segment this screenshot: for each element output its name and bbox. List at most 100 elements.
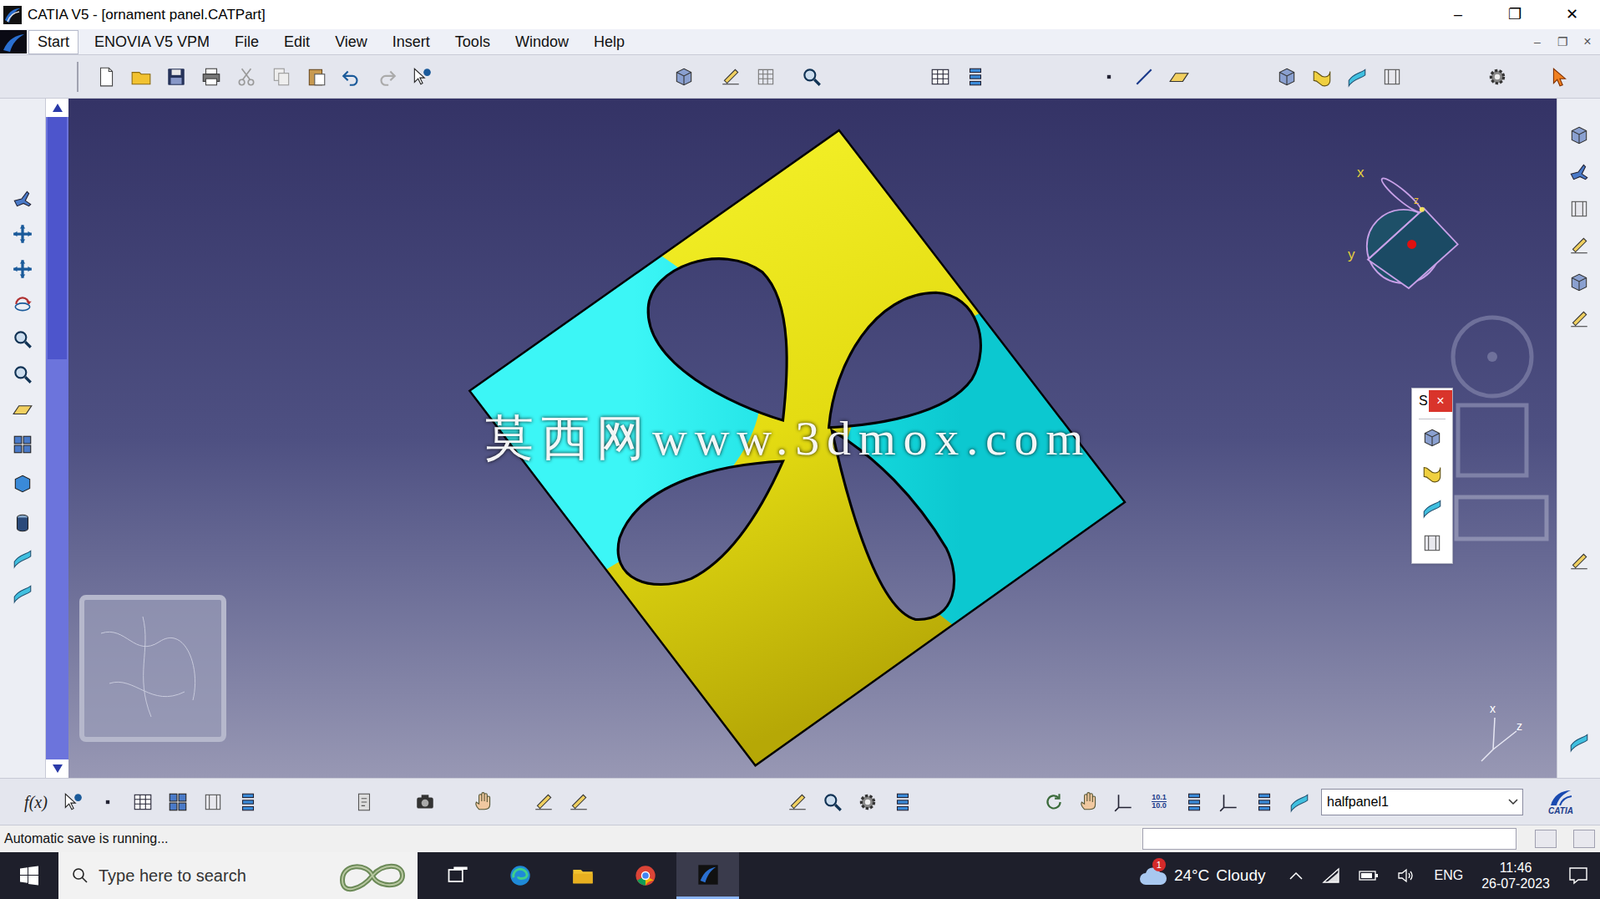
compass-icon[interactable] xyxy=(1345,164,1469,298)
comment-icon[interactable] xyxy=(59,788,87,816)
pan-icon[interactable] xyxy=(9,255,36,283)
doc-restore-button[interactable]: ❐ xyxy=(1554,33,1570,51)
rotate-icon[interactable] xyxy=(9,290,36,318)
table-icon[interactable] xyxy=(962,63,989,91)
fly-icon[interactable] xyxy=(9,185,36,213)
curvature-icon[interactable] xyxy=(854,788,882,816)
pad-icon[interactable] xyxy=(1565,268,1593,296)
snap-icon[interactable] xyxy=(798,63,826,91)
floating-close-button[interactable]: × xyxy=(1428,389,1453,412)
catia-logo-icon[interactable] xyxy=(0,30,27,54)
scroll-track[interactable] xyxy=(45,116,69,760)
power-input-field[interactable] xyxy=(1142,827,1517,850)
gear-icon[interactable] xyxy=(1483,63,1511,91)
draft-analysis-icon[interactable] xyxy=(819,788,846,816)
shading-icon[interactable] xyxy=(9,509,36,537)
multi-view-icon[interactable] xyxy=(9,430,36,458)
axis-system-icon[interactable] xyxy=(1110,788,1138,816)
status-button[interactable] xyxy=(1534,829,1557,848)
menu-item[interactable]: Tools xyxy=(445,30,500,55)
taskbar-app[interactable] xyxy=(676,851,740,899)
taskbar-app[interactable] xyxy=(488,851,552,899)
menu-item[interactable]: Start xyxy=(28,30,79,55)
close-button[interactable]: ✕ xyxy=(1543,3,1600,26)
menu-item[interactable]: File xyxy=(225,30,269,55)
taskbar-app[interactable] xyxy=(613,851,677,899)
sketch-plane-icon[interactable] xyxy=(1565,232,1593,259)
geometric-set-icon[interactable] xyxy=(1286,788,1313,816)
language-indicator[interactable]: ENG xyxy=(1433,865,1464,886)
swap-space-icon[interactable] xyxy=(9,579,36,607)
layers-icon[interactable] xyxy=(565,788,593,816)
paste-icon[interactable] xyxy=(303,63,330,91)
menu-item[interactable]: Edit xyxy=(274,30,319,55)
sweep-icon[interactable] xyxy=(1308,63,1336,91)
open-folder-icon[interactable] xyxy=(127,63,155,91)
point-icon[interactable] xyxy=(1095,63,1123,91)
wireframe-icon[interactable] xyxy=(1565,158,1593,186)
sketch-tools-icon[interactable] xyxy=(1565,547,1593,575)
notification-icon[interactable] xyxy=(1568,865,1589,885)
new-document-icon[interactable] xyxy=(92,63,120,91)
measure-icon[interactable] xyxy=(1215,788,1243,816)
tree-icon[interactable] xyxy=(926,63,954,91)
doc-minimize-button[interactable]: – xyxy=(1529,33,1545,51)
sketch-icon[interactable] xyxy=(530,788,557,816)
start-button[interactable] xyxy=(0,851,59,899)
current-body-dropdown[interactable]: halfpanel1 xyxy=(1321,788,1524,816)
chevron-up-icon[interactable] xyxy=(1288,870,1304,881)
menu-item[interactable]: Insert xyxy=(383,30,440,55)
update-icon[interactable] xyxy=(1040,788,1068,816)
offset-icon[interactable] xyxy=(1378,63,1406,91)
table-icon[interactable] xyxy=(129,788,157,816)
scroll-thumb[interactable] xyxy=(47,116,67,360)
tree-thumbnail[interactable] xyxy=(79,594,227,742)
search-box[interactable] xyxy=(58,851,418,899)
hand-tool-icon[interactable] xyxy=(1075,788,1103,816)
hierarchy-icon[interactable] xyxy=(164,788,192,816)
menu-item[interactable]: Help xyxy=(584,30,634,55)
extrude-surface-icon[interactable] xyxy=(1273,63,1301,91)
search-input[interactable] xyxy=(98,862,325,888)
surface-icon[interactable] xyxy=(1565,305,1593,333)
grid-icon[interactable] xyxy=(752,63,780,91)
undo-icon[interactable] xyxy=(338,63,365,91)
minimize-button[interactable]: – xyxy=(1429,3,1487,26)
wifi-icon[interactable] xyxy=(1321,866,1341,884)
hide-show-icon[interactable] xyxy=(9,544,36,572)
copy-icon[interactable] xyxy=(268,63,295,91)
fit-all-icon[interactable] xyxy=(9,220,36,248)
print-icon[interactable] xyxy=(197,63,225,91)
scrollbar[interactable] xyxy=(45,98,69,778)
parameter-icon[interactable] xyxy=(94,788,122,816)
redo-icon[interactable] xyxy=(373,63,400,91)
floating-toolbar-title[interactable]: S × xyxy=(1412,388,1453,414)
publish-icon[interactable] xyxy=(350,788,378,816)
menu-item[interactable]: View xyxy=(325,30,377,55)
sweep-icon[interactable] xyxy=(1418,459,1446,487)
battery-icon[interactable] xyxy=(1358,869,1379,882)
list-icon[interactable] xyxy=(1250,788,1278,816)
sketcher-icon[interactable] xyxy=(717,63,745,91)
3d-viewport[interactable]: 莫西网www.3dmox.com x y z S × xyxy=(68,98,1557,778)
offset-icon[interactable] xyxy=(1418,529,1446,557)
weather-widget[interactable]: 1 24°C Cloudy xyxy=(1139,851,1275,899)
select-arrow-icon[interactable] xyxy=(1546,63,1574,91)
normal-view-icon[interactable] xyxy=(9,395,36,423)
volume-icon[interactable] xyxy=(1397,866,1416,884)
doc-close-button[interactable]: × xyxy=(1579,31,1595,52)
whats-this-icon[interactable] xyxy=(408,63,436,91)
boolean-icon[interactable] xyxy=(1565,195,1593,223)
status-button[interactable] xyxy=(1573,829,1595,848)
iso-view-icon[interactable] xyxy=(9,470,36,497)
cut-scissors-icon[interactable] xyxy=(232,63,260,91)
scroll-up-button[interactable] xyxy=(45,98,69,117)
clock[interactable]: 11:46 26-07-2023 xyxy=(1481,859,1550,892)
menu-item[interactable]: Window xyxy=(506,30,578,55)
taskbar-app[interactable] xyxy=(425,851,489,899)
repeat-icon[interactable] xyxy=(1180,788,1208,816)
part-design-icon[interactable] xyxy=(1565,121,1593,149)
restore-button[interactable]: ❐ xyxy=(1486,3,1544,26)
hand-icon[interactable] xyxy=(470,788,497,816)
fill-icon[interactable] xyxy=(1418,494,1446,522)
